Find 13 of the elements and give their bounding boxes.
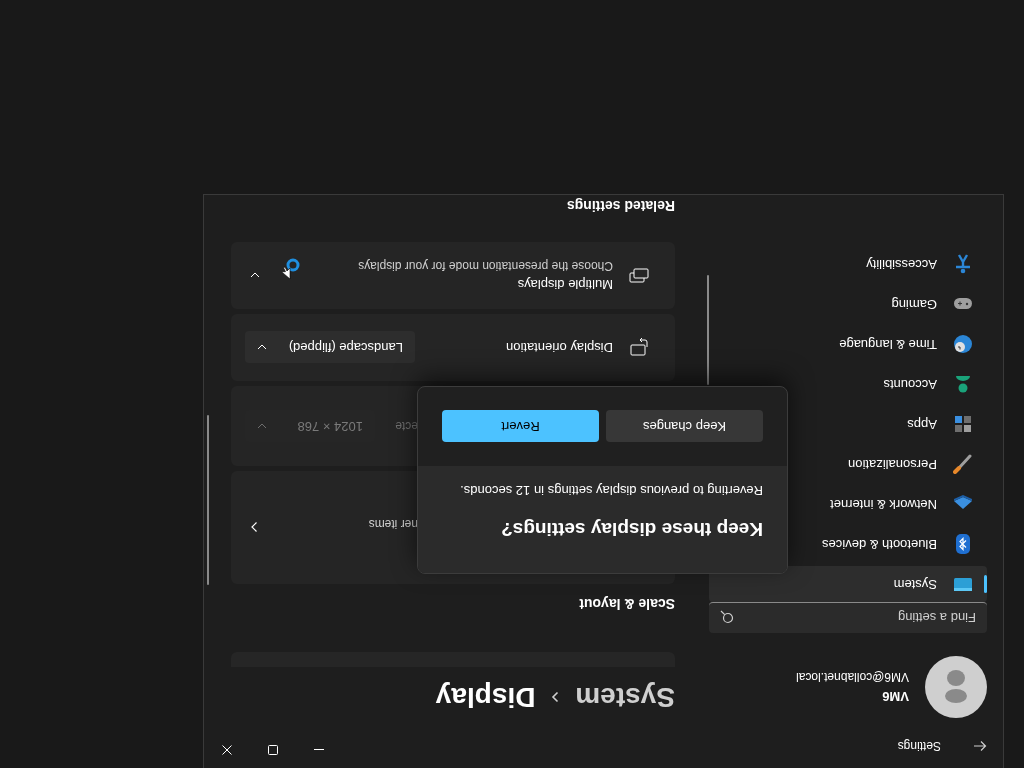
setting-description: ecte	[395, 418, 418, 435]
window-title: Settings	[897, 738, 941, 756]
section-heading: Related settings	[565, 197, 675, 216]
setting-description: Choose the presentation mode for your displays	[358, 257, 613, 275]
dialog-title: Keep these display settings?	[500, 518, 763, 542]
setting-title: Display orientation	[506, 339, 613, 358]
section-heading: Scale & layout	[578, 595, 675, 614]
user-email: VM6@collabnet.local	[796, 669, 909, 687]
setting-title: Multiple displays	[516, 276, 613, 295]
dialog-message: Reverting to previous display settings in 12 seconds.	[459, 482, 763, 501]
user-name: VM6	[881, 687, 909, 706]
setting-description: ner items	[368, 516, 418, 534]
breadcrumb-item: Display	[435, 683, 536, 711]
